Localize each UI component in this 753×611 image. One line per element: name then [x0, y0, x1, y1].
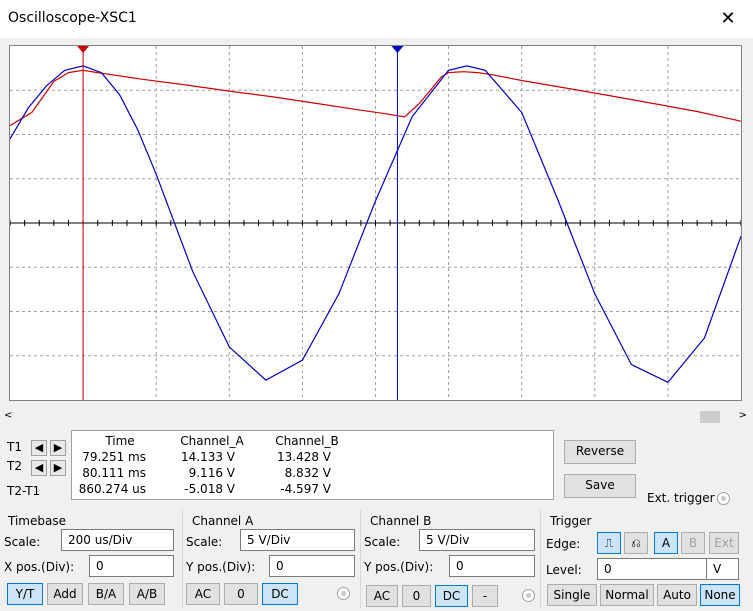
timebase-title: Timebase — [8, 514, 66, 528]
arrow-right-icon[interactable]: > — [739, 410, 747, 421]
horizontal-scrollbar[interactable]: < > — [0, 408, 753, 426]
falling-edge-icon[interactable]: ⎌ — [624, 532, 648, 554]
trigger-single-button[interactable]: Single — [547, 584, 597, 606]
channel-b-dc-button[interactable]: DC — [435, 585, 468, 607]
waveform-plot — [10, 46, 741, 400]
readout-header: Channel_B — [275, 434, 339, 448]
scroll-thumb[interactable] — [700, 411, 720, 423]
timebase-scale-input[interactable]: 200 us/Div — [61, 529, 174, 551]
trigger-source-b-button[interactable]: B — [681, 532, 705, 554]
cursor-1-right-icon[interactable]: ▶ — [50, 440, 66, 456]
channel-a-zero-button[interactable]: 0 — [224, 583, 258, 605]
channel-a-ypos-label: Y pos.(Div): — [186, 560, 256, 574]
close-icon[interactable]: ✕ — [715, 6, 741, 32]
readout-cell: 8.832 V — [284, 466, 331, 480]
channel-a-scale-input[interactable]: 5 V/Div — [240, 529, 355, 551]
channel-a-scale-label: Scale: — [186, 535, 223, 549]
trigger-source-ext-button[interactable]: Ext — [709, 532, 739, 554]
cursor-row-label: T2 — [7, 459, 22, 473]
cursor-row-label: T2-T1 — [7, 484, 41, 498]
cursor-row-label: T1 — [7, 440, 22, 454]
trigger-edge-label: Edge: — [546, 537, 581, 551]
cursor-2-marker-icon — [391, 46, 404, 53]
trigger-group — [540, 510, 541, 608]
cursor-2-left-icon[interactable]: ◀ — [31, 460, 47, 476]
measurement-readout: Time Channel_A Channel_B 79.251 ms 14.13… — [71, 430, 554, 500]
trigger-normal-button[interactable]: Normal — [600, 584, 654, 606]
channel-a-terminal[interactable] — [337, 587, 350, 600]
save-button[interactable]: Save — [564, 474, 636, 498]
trigger-level-unit[interactable]: V — [706, 558, 739, 580]
readout-cell: 13.428 V — [276, 450, 331, 464]
readout-cell: 79.251 ms — [82, 450, 146, 464]
readout-cell: -4.597 V — [280, 482, 331, 496]
channel-b-ac-button[interactable]: AC — [366, 585, 398, 607]
trigger-auto-button[interactable]: Auto — [657, 584, 697, 606]
readout-cell: -5.018 V — [184, 482, 235, 496]
channel-b-scale-label: Scale: — [364, 535, 401, 549]
timebase-scale-label: Scale: — [4, 535, 41, 549]
channel-b-terminal[interactable] — [522, 589, 535, 602]
title-bar: Oscilloscope-XSC1 ✕ — [0, 0, 753, 38]
readout-cell: 80.111 ms — [82, 466, 146, 480]
channel-a-dc-button[interactable]: DC — [262, 583, 298, 605]
reverse-button[interactable]: Reverse — [564, 440, 636, 464]
trigger-source-a-button[interactable]: A — [654, 532, 678, 554]
timebase-xpos-label: X pos.(Div): — [4, 560, 75, 574]
timebase-xpos-input[interactable]: 0 — [89, 555, 174, 577]
readout-cell: 9.116 V — [188, 466, 235, 480]
trigger-level-input[interactable]: 0 — [597, 558, 707, 580]
add-mode-button[interactable]: Add — [47, 583, 83, 605]
channel-b-scale-input[interactable]: 5 V/Div — [419, 529, 535, 551]
channel-b-group — [360, 510, 361, 608]
readout-header: Time — [105, 434, 135, 448]
channel-a-title: Channel A — [192, 514, 254, 528]
channel-a-group — [182, 510, 183, 608]
yt-mode-button[interactable]: Y/T — [7, 583, 43, 605]
arrow-left-icon[interactable]: < — [4, 410, 12, 421]
window-title: Oscilloscope-XSC1 — [8, 10, 137, 26]
ext-trigger-label: Ext. trigger — [647, 491, 715, 505]
trigger-level-label: Level: — [546, 563, 582, 577]
cursor-1-marker-icon — [77, 46, 90, 53]
cursor-2-right-icon[interactable]: ▶ — [50, 460, 66, 476]
trigger-title: Trigger — [550, 514, 592, 528]
channel-b-title: Channel B — [370, 514, 432, 528]
channel-b-minus-button[interactable]: - — [472, 585, 498, 607]
ext-trigger-terminal[interactable] — [717, 492, 730, 505]
ba-mode-button[interactable]: B/A — [88, 583, 124, 605]
readout-cell: 14.133 V — [180, 450, 235, 464]
ab-mode-button[interactable]: A/B — [129, 583, 165, 605]
rising-edge-icon[interactable]: ⎍ — [597, 532, 621, 554]
readout-header: Channel_A — [180, 434, 244, 448]
trigger-none-button[interactable]: None — [700, 584, 740, 606]
channel-a-ypos-input[interactable]: 0 — [269, 555, 355, 577]
channel-b-zero-button[interactable]: 0 — [402, 585, 431, 607]
readout-cell: 860.274 us — [78, 482, 146, 496]
channel-b-ypos-input[interactable]: 0 — [449, 555, 535, 577]
channel-a-ac-button[interactable]: AC — [186, 583, 220, 605]
oscilloscope-screen[interactable] — [9, 45, 742, 401]
channel-b-ypos-label: Y pos.(Div): — [364, 560, 434, 574]
cursor-1-left-icon[interactable]: ◀ — [31, 440, 47, 456]
